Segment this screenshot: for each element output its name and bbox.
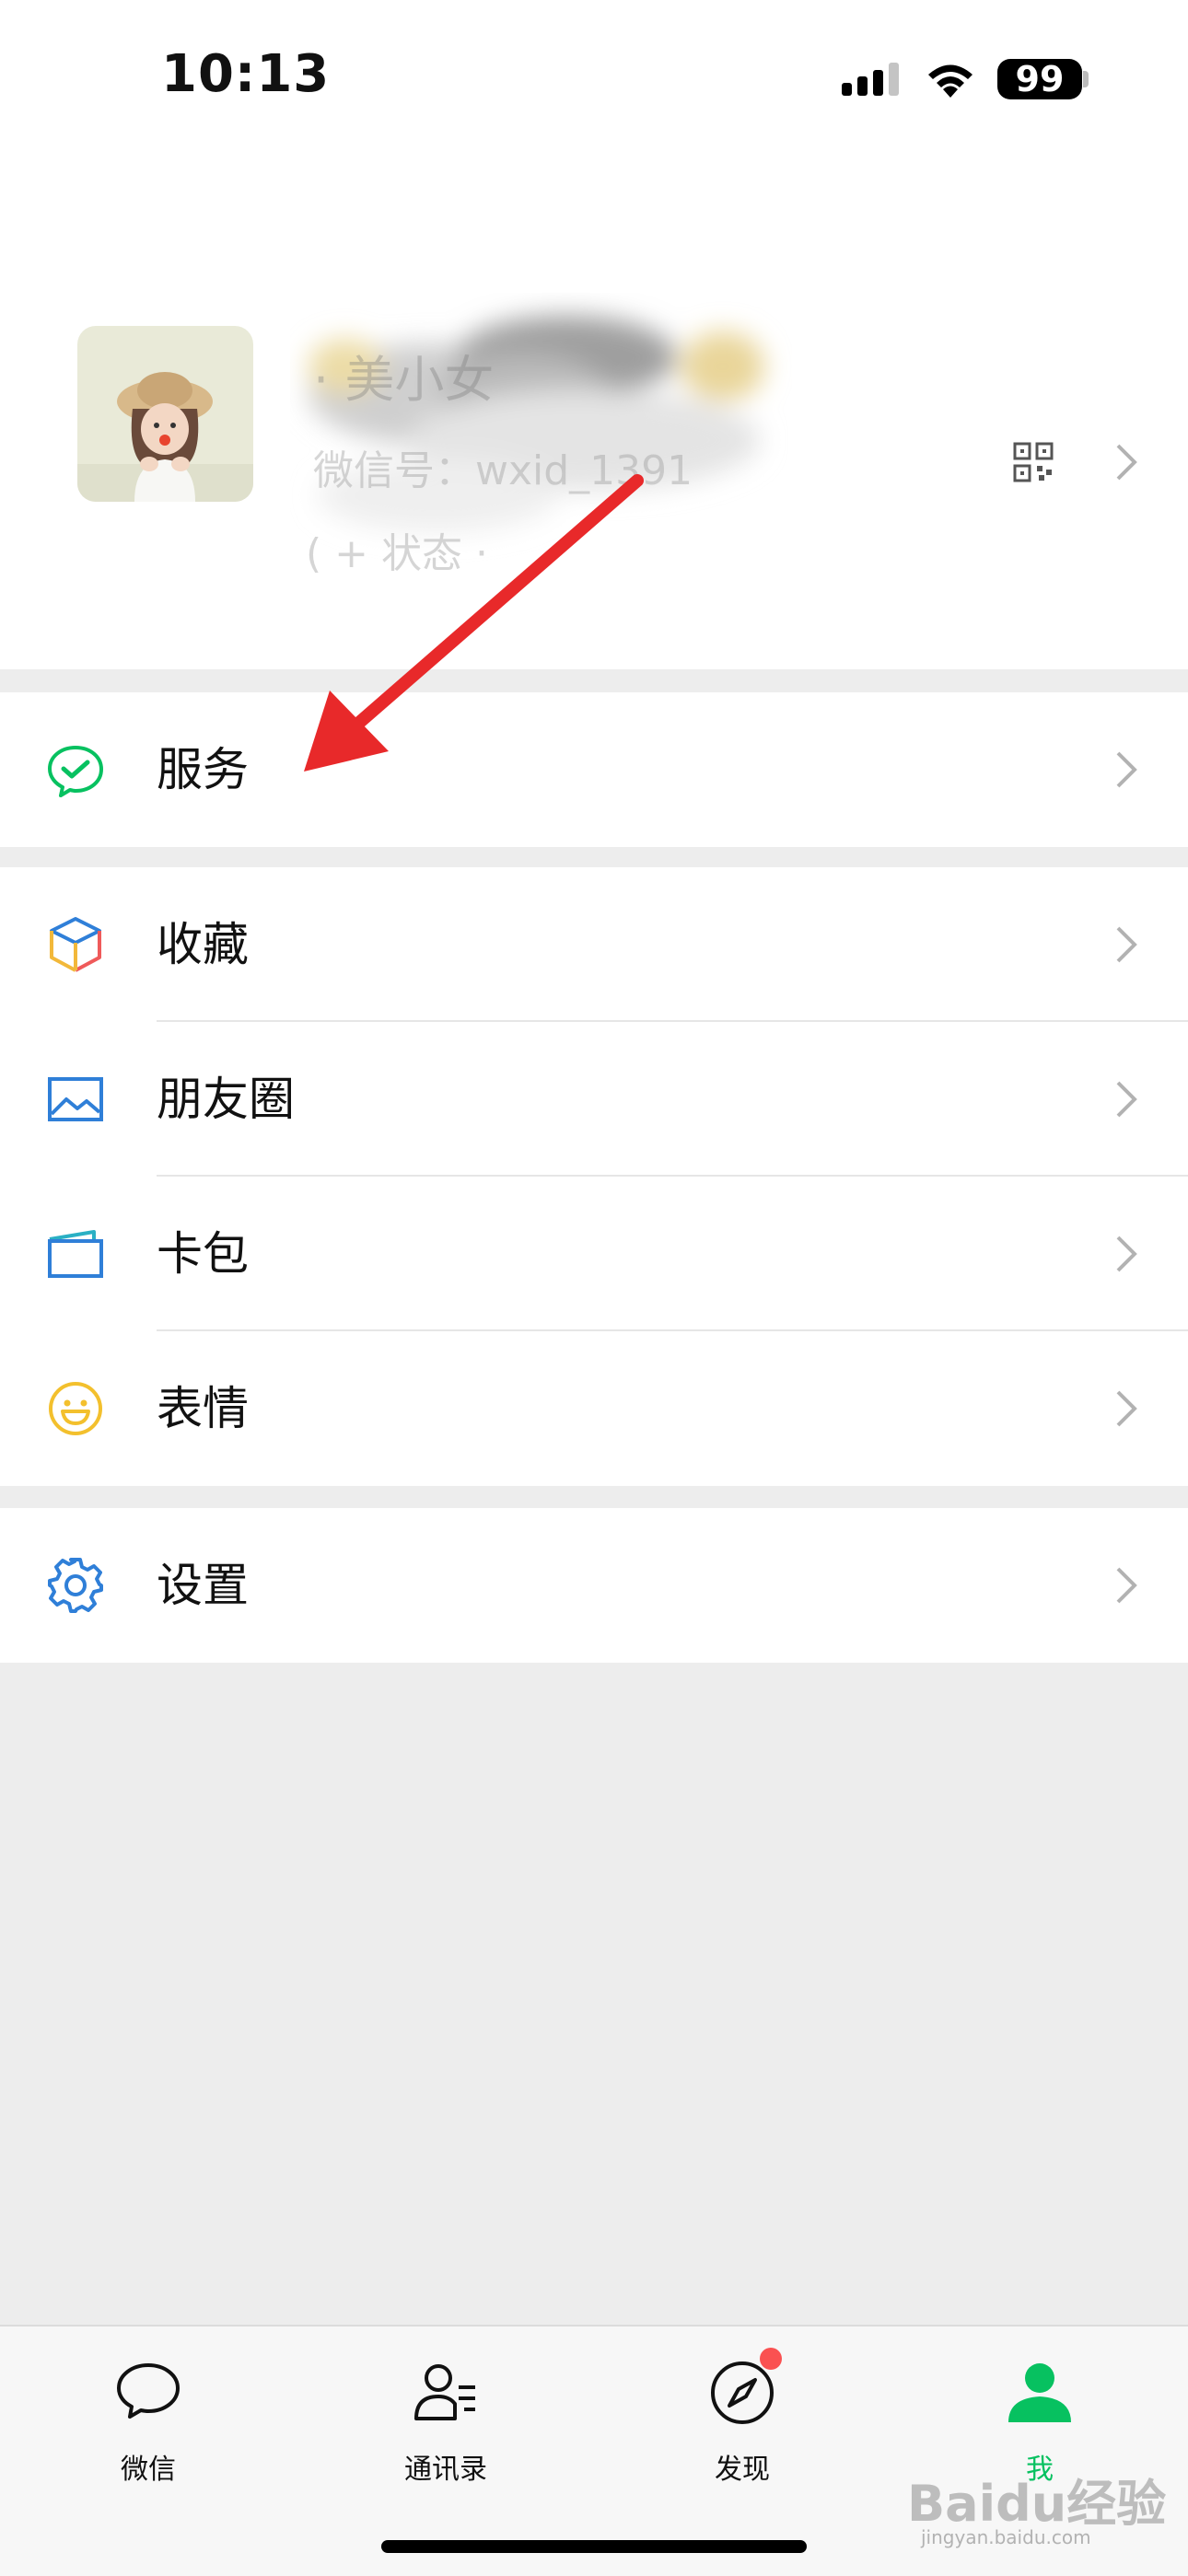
menu-item-cards-label: 卡包 xyxy=(157,1227,249,1281)
chevron-right-icon xyxy=(1116,1567,1137,1604)
favorites-cube-icon xyxy=(50,917,101,972)
tab-discover[interactable]: 发现 xyxy=(650,2348,834,2498)
baidu-watermark: Baidu经验 xyxy=(907,2475,1167,2533)
profile-chevron-right-icon[interactable] xyxy=(1114,442,1138,482)
menu-item-stickers-label: 表情 xyxy=(157,1382,249,1435)
menu-item-cards[interactable]: 卡包 xyxy=(0,1177,1188,1331)
wechat-pay-icon xyxy=(48,746,103,797)
menu-item-stickers[interactable]: 表情 xyxy=(0,1331,1188,1486)
annotation-arrow xyxy=(304,474,644,772)
menu-item-moments-label: 朋友圈 xyxy=(157,1073,295,1126)
settings-group: 设置 xyxy=(0,1508,1188,1663)
features-group: 收藏 朋友圈 卡包 表情 xyxy=(0,867,1188,1486)
tab-discover-label: 发现 xyxy=(715,2454,770,2486)
cellular-signal-icon xyxy=(842,63,899,96)
menu-item-moments[interactable]: 朋友圈 xyxy=(0,1022,1188,1177)
battery-cap xyxy=(1083,71,1089,87)
tab-chats[interactable]: 微信 xyxy=(56,2360,240,2498)
menu-item-settings-label: 设置 xyxy=(157,1559,249,1612)
chevron-right-icon xyxy=(1116,1081,1137,1118)
menu-item-services-label: 服务 xyxy=(157,743,249,796)
qr-code-icon[interactable] xyxy=(1013,442,1054,482)
avatar-photo xyxy=(77,326,253,502)
contacts-icon xyxy=(414,2364,475,2420)
gear-icon xyxy=(48,1558,103,1613)
smiley-icon xyxy=(49,1382,102,1435)
chat-bubble-icon xyxy=(117,2363,180,2419)
menu-item-settings[interactable]: 设置 xyxy=(0,1508,1188,1663)
chevron-right-icon xyxy=(1116,1390,1137,1427)
moments-photo-icon xyxy=(48,1077,103,1121)
chevron-right-icon xyxy=(1116,926,1137,963)
home-indicator xyxy=(381,2540,807,2553)
baidu-watermark-url: jingyan.baidu.com xyxy=(921,2526,1091,2548)
profile-name: · 美小女 xyxy=(313,351,495,409)
card-wallet-icon xyxy=(48,1230,103,1278)
tab-contacts-label: 通讯录 xyxy=(404,2454,487,2486)
chevron-right-icon xyxy=(1116,751,1137,788)
chevron-right-icon xyxy=(1116,1236,1137,1272)
avatar[interactable] xyxy=(77,326,253,502)
menu-item-favorites-label: 收藏 xyxy=(157,918,249,971)
person-icon xyxy=(1008,2363,1071,2422)
notification-badge xyxy=(760,2348,782,2370)
menu-item-favorites[interactable]: 收藏 xyxy=(0,867,1188,1022)
battery-indicator: 99 xyxy=(997,59,1082,99)
wifi-icon xyxy=(928,64,973,98)
tab-contacts[interactable]: 通讯录 xyxy=(354,2360,538,2498)
status-time: 10:13 xyxy=(161,44,331,104)
tab-chats-label: 微信 xyxy=(121,2454,176,2486)
